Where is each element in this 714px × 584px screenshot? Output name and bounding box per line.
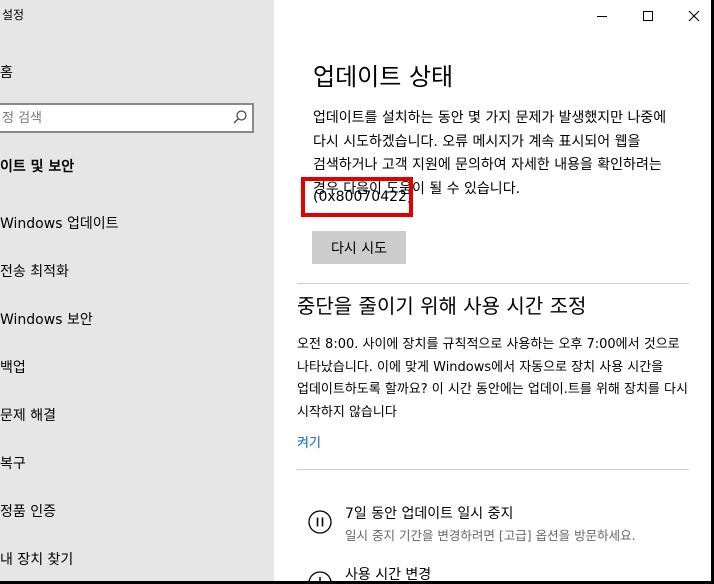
sidebar-item-delivery-optimization[interactable]: 전송 최적화 (0, 257, 274, 287)
option-title: 7일 동안 업데이트 일시 중지 (345, 506, 514, 522)
divider (297, 283, 689, 284)
page-title: 업데이트 상태 (313, 63, 454, 91)
sidebar-item-backup[interactable]: 백업 (0, 353, 274, 383)
maximize-icon[interactable] (636, 4, 660, 28)
search-box (0, 103, 254, 133)
retry-button[interactable]: 다시 시도 (312, 231, 406, 264)
settings-window: 설정 홈 이트 및 보안 Windows 업데이트 전송 최적화 Windows… (0, 0, 711, 581)
sidebar-section-header: 이트 및 보안 (0, 159, 75, 175)
active-hours-title: 중단을 줄이기 위해 사용 시간 조정 (297, 294, 587, 318)
pause-icon (308, 510, 332, 534)
sidebar-item-windows-security[interactable]: Windows 보안 (0, 305, 274, 335)
sidebar-item-find-my-device[interactable]: 내 장치 찾기 (0, 545, 274, 575)
sidebar-item-activation[interactable]: 정품 인증 (0, 497, 274, 527)
sidebar: 설정 홈 이트 및 보안 Windows 업데이트 전송 최적화 Windows… (0, 0, 274, 581)
active-hours-message: 오전 8:00. 사이에 장치를 규칙적으로 사용하는 오후 7:00에서 것으… (297, 337, 688, 420)
close-icon[interactable] (682, 4, 706, 28)
change-active-hours-option[interactable]: 사용 시간 변경 (307, 564, 697, 581)
sidebar-item-windows-update[interactable]: Windows 업데이트 (0, 209, 274, 239)
minimize-icon[interactable] (590, 4, 614, 28)
clock-icon (308, 571, 332, 581)
option-title: 사용 시간 변경 (345, 567, 432, 581)
pause-updates-option[interactable]: 7일 동안 업데이트 일시 중지 일시 중지 기간을 변경하려면 [고급] 옵션… (307, 503, 697, 551)
sidebar-item-troubleshoot[interactable]: 문제 해결 (0, 401, 274, 431)
sidebar-home[interactable]: 홈 (0, 62, 13, 82)
turn-on-link[interactable]: 켜기 (297, 432, 321, 451)
search-icon[interactable] (232, 109, 248, 125)
option-description: 일시 중지 기간을 변경하려면 [고급] 옵션을 방문하세요. (345, 528, 636, 543)
main-pane: 업데이트 상태 업데이트를 설치하는 동안 몇 가지 문제가 발생했지만 나중에… (274, 0, 711, 581)
app-title: 설정 (2, 8, 25, 22)
sidebar-item-recovery[interactable]: 복구 (0, 449, 274, 479)
divider (297, 469, 689, 470)
error-highlight-box (301, 177, 413, 217)
search-input[interactable] (0, 105, 222, 131)
